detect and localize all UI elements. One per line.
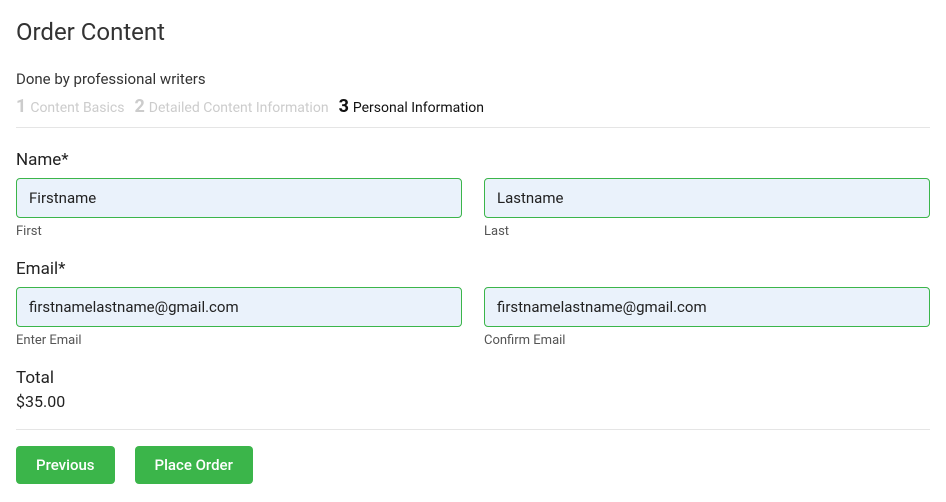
firstname-help: First bbox=[16, 224, 462, 239]
lastname-input[interactable] bbox=[484, 178, 930, 218]
step-number: 1 bbox=[16, 96, 26, 117]
button-row: Previous Place Order bbox=[16, 446, 930, 484]
place-order-button[interactable]: Place Order bbox=[135, 446, 253, 484]
step-personal-info: 3 Personal Information bbox=[339, 96, 484, 117]
firstname-input[interactable] bbox=[16, 178, 462, 218]
email-input[interactable] bbox=[16, 287, 462, 327]
email-help: Enter Email bbox=[16, 333, 462, 348]
divider bbox=[16, 429, 930, 430]
email-section: Email* Enter Email Confirm Email bbox=[16, 259, 930, 348]
step-number: 2 bbox=[134, 96, 144, 117]
name-label: Name* bbox=[16, 150, 930, 170]
step-label: Detailed Content Information bbox=[149, 100, 329, 116]
total-label: Total bbox=[16, 368, 930, 388]
lastname-help: Last bbox=[484, 224, 930, 239]
name-section: Name* First Last bbox=[16, 150, 930, 239]
steps-nav: 1 Content Basics 2 Detailed Content Info… bbox=[16, 96, 930, 128]
step-content-basics: 1 Content Basics bbox=[16, 96, 124, 117]
page-subtitle: Done by professional writers bbox=[16, 70, 930, 88]
email-label: Email* bbox=[16, 259, 930, 279]
step-label: Personal Information bbox=[353, 100, 484, 116]
total-value: $35.00 bbox=[16, 392, 930, 411]
page-title: Order Content bbox=[16, 18, 930, 46]
step-label: Content Basics bbox=[30, 100, 124, 116]
total-block: Total $35.00 bbox=[16, 368, 930, 411]
confirm-email-input[interactable] bbox=[484, 287, 930, 327]
step-number: 3 bbox=[339, 96, 349, 117]
step-detailed-content: 2 Detailed Content Information bbox=[134, 96, 328, 117]
confirm-email-help: Confirm Email bbox=[484, 333, 930, 348]
previous-button[interactable]: Previous bbox=[16, 446, 115, 484]
